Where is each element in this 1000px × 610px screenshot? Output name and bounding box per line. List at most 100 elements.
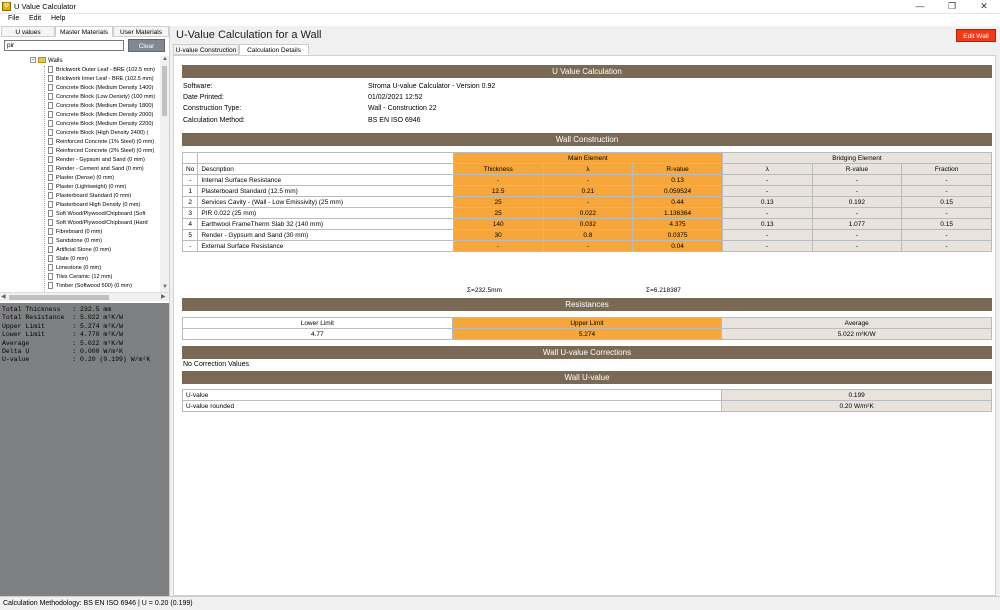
tree-item[interactable]: Timber (Softwood 500) (0 mm) [48,282,160,291]
restore-button[interactable]: ❐ [936,0,968,13]
u-value-label: U-value [181,389,723,401]
table-cell: 2 [181,196,199,208]
info-key: Construction Type: [183,105,242,113]
table-cell: 0.13 [632,174,723,186]
menu-bar: File Edit Help [0,14,1000,26]
tab-user-materials[interactable]: User Materials [113,26,169,37]
table-cell: 0.0375 [632,229,723,241]
table-cell: - [721,229,813,241]
menu-edit[interactable]: Edit [29,15,41,22]
tree-item[interactable]: Concrete Block (Medium Density 1400) [48,84,160,93]
tree-item[interactable]: Concrete Block (Low Density) (100 mm) [48,93,160,102]
tab-calculation-details[interactable]: Calculation Details [239,44,309,55]
tree-item[interactable]: Plasterboard Standard (0 mm) [48,192,160,201]
tab-master-materials[interactable]: Master Materials [55,26,113,37]
table-cell: 0.04 [632,240,723,252]
materials-tree[interactable]: − Walls Brickwork Outer Leaf - BRE (102.5… [0,56,160,292]
main-panel: U-Value Calculation for a Wall Edit Wall… [171,26,1000,596]
file-icon [48,66,53,74]
clear-button[interactable]: Clear [128,39,165,52]
collapse-icon[interactable]: − [30,57,36,64]
summary-row: Lower Limit : 4.770 m²K/W [2,331,123,339]
column-header: λ [542,163,634,175]
file-icon [48,156,53,164]
table-cell: - [901,229,992,241]
edit-wall-button[interactable]: Edit Wall [956,29,996,42]
table-cell: 4 [181,218,199,230]
summary-panel: Total Thickness : 232.5 mm Total Resistan… [0,303,169,596]
table-cell: - [901,207,992,219]
tree-item-label: Limestone (0 mm) [56,265,102,271]
table-cell: - [542,196,634,208]
resistances-table: Lower Limit Upper Limit Average 4.77 5.2… [182,317,992,340]
tree-item-label: Fibreboard (0 mm) [56,229,103,235]
tree-item[interactable]: Tiles Ceramic (12 mm) [48,273,160,282]
tree-item[interactable]: Slate (0 mm) [48,255,160,264]
info-key: Software: [183,83,213,90]
info-row: Software: Stroma U-value Calculator - Ver… [183,82,983,92]
tree-item[interactable]: Concrete Block (Medium Density 2200) [48,120,160,129]
file-icon [48,246,53,254]
tree-item[interactable]: Plasterboard High Density (0 mm) [48,201,160,210]
scroll-up-icon[interactable]: ▲ [162,56,168,62]
tree-vertical-scrollbar[interactable]: ▲ ▼ [160,56,169,292]
table-cell: 0.44 [632,196,723,208]
minimize-button[interactable]: — [904,0,936,13]
info-row: Calculation Method: BS EN ISO 6946 [183,116,983,126]
file-icon [48,129,53,137]
search-input[interactable] [4,40,124,51]
tree-item[interactable]: Artificial Stone (0 mm) [48,246,160,255]
info-key: Date Printed: [183,94,224,102]
file-icon [48,282,53,290]
table-cell: PIR 0.022 (25 mm) [197,207,454,219]
scroll-right-icon[interactable]: ▶ [161,293,166,300]
tree-item[interactable]: Render - Cement and Sand (0 mm) [48,165,160,174]
u-value-rounded-label: U-value rounded [181,400,723,412]
tree-item[interactable]: Limestone (0 mm) [48,264,160,273]
tree-item[interactable]: Fibreboard (0 mm) [48,228,160,237]
tree-item[interactable]: Sandstone (0 mm) [48,237,160,246]
table-cell: - [811,240,903,252]
tree-item-label: Slate (0 mm) [56,256,89,262]
tree-horizontal-scrollbar[interactable]: ◀ ▶ [0,292,169,301]
bridging-element-header: Bridging Element [721,152,993,164]
tree-item[interactable]: Reinforced Concrete (1% Steel) (0 mm) [48,138,160,147]
column-header: R-value [811,163,903,175]
upper-limit-value: 5.274 [451,328,723,340]
file-icon [48,93,53,101]
scroll-thumb[interactable] [162,66,167,116]
column-header: Fraction [901,163,992,175]
column-header: λ [721,163,813,175]
table-cell: 0.21 [542,185,634,197]
table-cell: 0.022 [542,207,634,219]
tree-item[interactable]: Plaster (Lightweight) (0 mm) [48,183,160,192]
table-cell: - [542,240,634,252]
tree-item-label: Concrete Block (Medium Density 1800) [56,103,154,109]
scroll-left-icon[interactable]: ◀ [1,293,6,300]
tree-item[interactable]: Brickwork Outer Leaf - BRE (102.5 mm) [48,66,160,75]
tree-item[interactable]: Soft Wood/Plywood/Chipboard (Hard [48,219,160,228]
scroll-thumb[interactable] [9,295,109,300]
table-cell: Earthwool FrameTherm Slab 32 (140 mm) [197,218,454,230]
tree-item[interactable]: Reinforced Concrete (2% Steel) (0 mm) [48,147,160,156]
u-value-value: 0.199 [721,389,992,401]
tree-item[interactable]: Concrete Block (Medium Density 2000) [48,111,160,120]
tree-item[interactable]: Plaster (Dense) (0 mm) [48,174,160,183]
close-button[interactable]: ✕ [968,0,1000,13]
tab-u-values[interactable]: U values [1,26,55,37]
tab-u-value-construction[interactable]: U-value Construction [173,44,239,55]
tree-item[interactable]: Render - Gypsum and Sand (0 mm) [48,156,160,165]
tree-item-label: Soft Wood/Plywood/Chipboard (Hard [56,220,148,226]
tree-node-walls[interactable]: − Walls [30,57,62,66]
tree-guide-line [44,66,45,292]
tree-item-label: Render - Gypsum and Sand (0 mm) [56,157,145,163]
table-cell: 0.032 [542,218,634,230]
table-row: 4 Earthwool FrameTherm Slab 32 (140 mm) 14… [181,218,992,230]
menu-file[interactable]: File [8,15,19,22]
tree-item[interactable]: Soft Wood/Plywood/Chipboard (Soft [48,210,160,219]
tree-item[interactable]: Concrete Block (Medium Density 1800) [48,102,160,111]
menu-help[interactable]: Help [51,15,65,22]
tree-item[interactable]: Concrete Block (High Density 2400) ( [48,129,160,138]
scroll-down-icon[interactable]: ▼ [162,284,168,290]
tree-item[interactable]: Brickwork Inner Leaf - BRE (102.5 mm) [48,75,160,84]
